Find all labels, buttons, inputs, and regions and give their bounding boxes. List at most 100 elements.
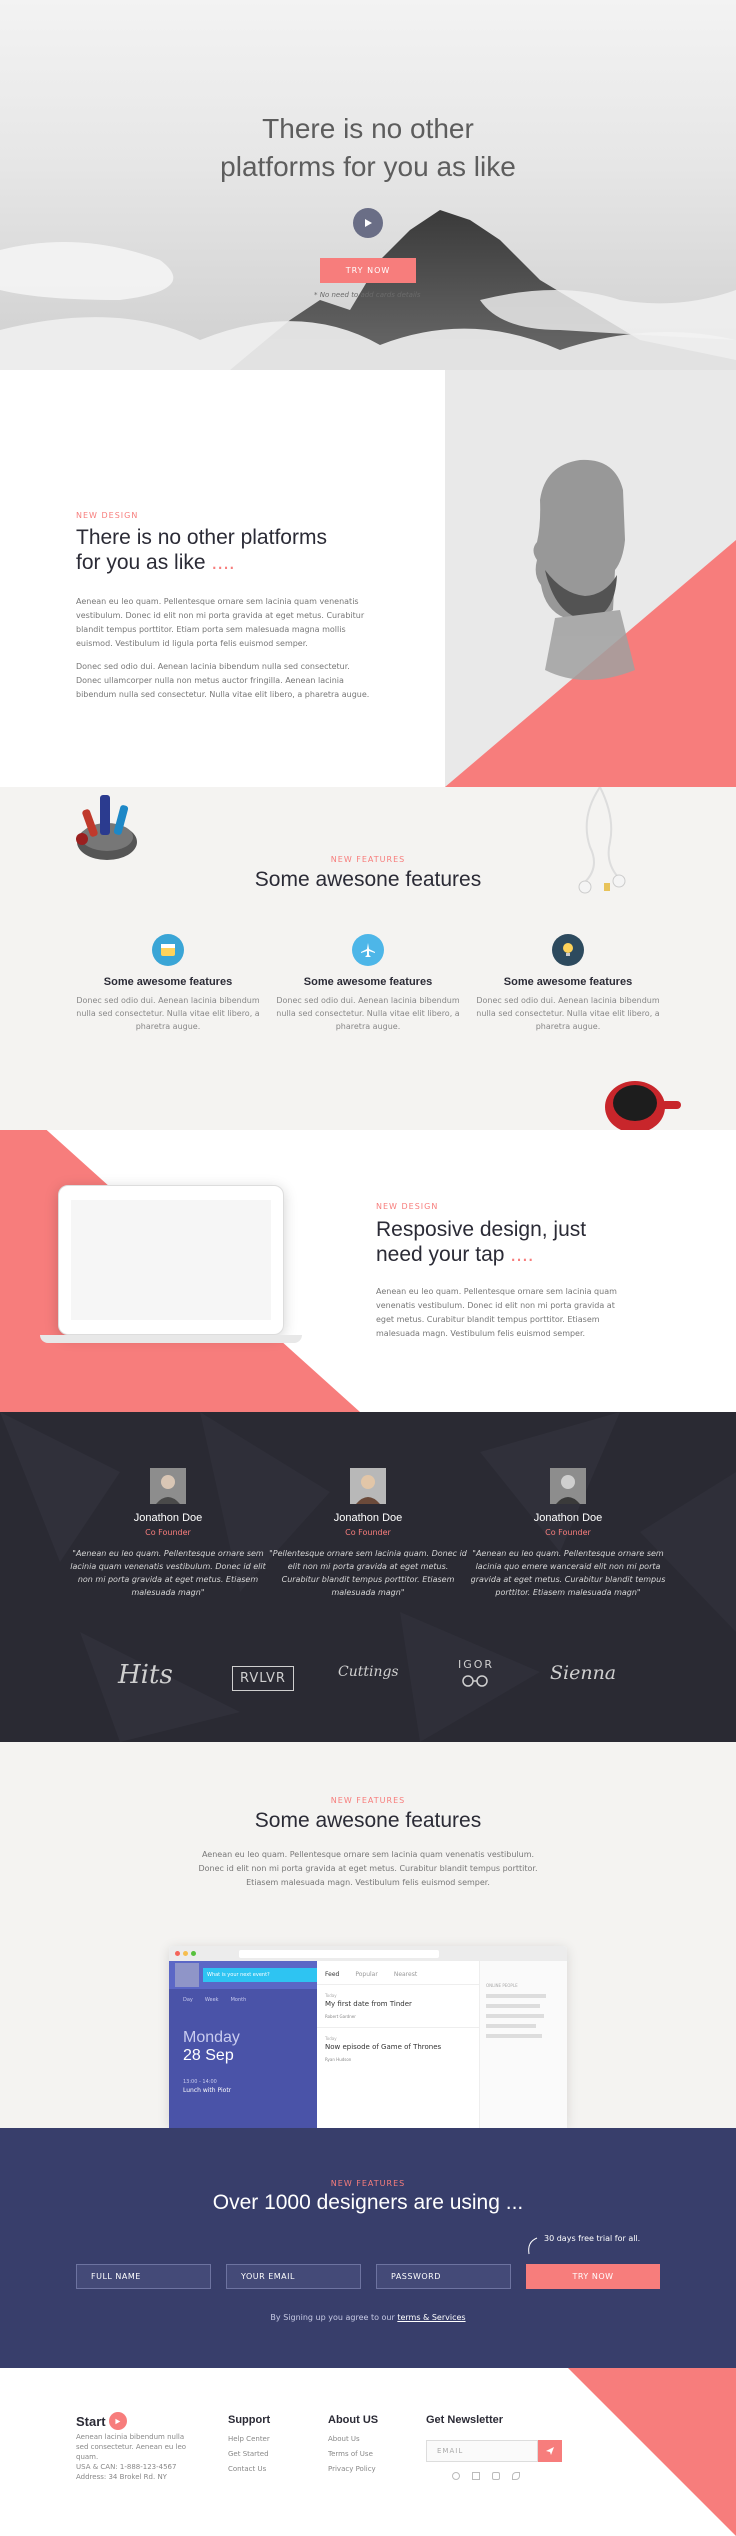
list-item[interactable] — [486, 2034, 542, 2038]
minimize-dot-icon[interactable] — [183, 1951, 188, 1956]
laptop-base — [40, 1335, 302, 1343]
feature-body: Donec sed odio dui. Aenean lacinia biben… — [276, 996, 460, 1031]
footer-section: Start Aenean lacinia bibendum nulla sed … — [0, 2368, 736, 2536]
footer-about-copy: Aenean lacinia bibendum nulla sed consec… — [76, 2433, 187, 2461]
send-icon — [546, 2447, 554, 2455]
close-dot-icon[interactable] — [175, 1951, 180, 1956]
privacy-policy-link[interactable]: Privacy Policy — [328, 2462, 376, 2477]
contact-us-link[interactable]: Contact Us — [228, 2462, 270, 2477]
dribbble-icon[interactable] — [452, 2472, 460, 2480]
facebook-icon[interactable] — [472, 2472, 480, 2480]
testimonial-role: Co Founder — [145, 1528, 191, 1537]
feature-card-1: Some awesome features Donec sed odio dui… — [73, 934, 263, 1033]
logo-hits: Hits — [118, 1660, 173, 1690]
try-now-button[interactable]: TRY NOW — [320, 258, 416, 283]
tab-nearest[interactable]: Nearest — [394, 1971, 417, 1978]
about-title-dots: .... — [211, 551, 235, 574]
tab-week[interactable]: Week — [205, 1997, 219, 2003]
signup-section: NEW FEATURES Over 1000 designers are usi… — [0, 2128, 736, 2368]
about-eyebrow: NEW DESIGN — [76, 511, 139, 520]
terms-of-use-link[interactable]: Terms of Use — [328, 2447, 376, 2462]
features-eyebrow: NEW FEATURES — [330, 855, 406, 864]
brand-play-icon — [108, 2412, 127, 2430]
email-field[interactable]: YOUR EMAIL — [226, 2264, 361, 2289]
window-titlebar — [169, 1946, 567, 1961]
feature-title: Some awesome features — [303, 976, 433, 988]
features2-body: Aenean eu leo quam. Pellentesque ornare … — [198, 1850, 538, 1887]
password-field[interactable]: PASSWORD — [376, 2264, 511, 2289]
avatar — [150, 1468, 186, 1504]
features-title: Some awesone features — [254, 868, 482, 891]
about-us-link[interactable]: About Us — [328, 2432, 376, 2447]
twitter-icon[interactable] — [512, 2472, 520, 2480]
feature-title: Some awesome features — [103, 976, 233, 988]
terms-prefix: By Signing up you agree to our — [270, 2313, 395, 2322]
curved-arrow-icon — [528, 2237, 538, 2255]
list-item[interactable] — [486, 2014, 544, 2018]
signup-submit-button[interactable]: TRY NOW — [526, 2264, 660, 2289]
google-plus-icon[interactable] — [492, 2472, 500, 2480]
airplane-icon — [352, 934, 384, 966]
footer-brand[interactable]: Start — [76, 2412, 127, 2430]
about-paragraph-2: Donec sed odio dui. Aenean lacinia biben… — [76, 662, 370, 699]
post-title: Now episode of Game of Thrones — [325, 2043, 442, 2051]
responsive-title-line2: need your tap — [376, 1243, 505, 1266]
trial-note: 30 days free trial for all. — [544, 2234, 641, 2243]
list-item[interactable] — [486, 2024, 536, 2028]
features-app-section: NEW FEATURES Some awesone features Aenea… — [0, 1742, 736, 2128]
social-links — [452, 2472, 520, 2480]
feature-body: Donec sed odio dui. Aenean lacinia biben… — [76, 996, 260, 1031]
avatar — [550, 1468, 586, 1504]
feed-post[interactable]: Today Now episode of Game of Thrones Rya… — [317, 2028, 479, 2070]
about-title-line1: There is no other platforms — [76, 526, 327, 549]
testimonial-card-2: Jonathon Doe Co Founder "Pellentesque or… — [268, 1468, 468, 1599]
about-title: There is no other platforms for you as l… — [76, 525, 396, 575]
responsive-title-dots: .... — [510, 1243, 534, 1266]
about-paragraph-1: Aenean eu leo quam. Pellentesque ornare … — [76, 597, 365, 648]
portrait-panel — [445, 370, 736, 787]
footer-address: Address: 34 Brokel Rd. NY — [76, 2473, 167, 2481]
list-item[interactable] — [486, 1994, 546, 1998]
tab-month[interactable]: Month — [231, 1997, 247, 2003]
testimonial-role: Co Founder — [545, 1528, 591, 1537]
tab-feed[interactable]: Feed — [325, 1971, 339, 1978]
logo-sienna: Sienna — [550, 1662, 617, 1684]
play-icon — [365, 219, 372, 227]
support-heading: Support — [228, 2414, 271, 2426]
responsive-eyebrow: NEW DESIGN — [376, 1202, 439, 1211]
play-video-button[interactable] — [353, 208, 383, 238]
newsletter-send-button[interactable] — [538, 2440, 562, 2462]
maximize-dot-icon[interactable] — [191, 1951, 196, 1956]
lightbulb-icon — [552, 934, 584, 966]
get-started-link[interactable]: Get Started — [228, 2447, 270, 2462]
testimonials-section: Jonathon Doe Co Founder "Aenean eu leo q… — [0, 1412, 736, 1742]
address-bar[interactable] — [239, 1949, 439, 1958]
testimonial-name: Jonathon Doe — [533, 1512, 603, 1524]
terms-link[interactable]: terms & Services — [397, 2313, 465, 2322]
about-title-line2: for you as like — [76, 551, 206, 574]
online-label: ONLINE PEOPLE — [486, 1983, 518, 1988]
bearded-man-portrait — [445, 459, 736, 787]
hero-title-line1: There is no other — [262, 113, 474, 144]
post-author: Ryan Hudson — [325, 2057, 352, 2062]
event-search-input[interactable]: What is your next event? — [203, 1968, 317, 1982]
list-item[interactable] — [486, 2004, 540, 2008]
testimonial-card-1: Jonathon Doe Co Founder "Aenean eu leo q… — [68, 1468, 268, 1599]
terms-line: By Signing up you agree to our terms & S… — [0, 2313, 736, 2322]
calendar-day: Monday — [183, 2029, 240, 2046]
calendar-panel: What is your next event? Day Week Month … — [169, 1961, 317, 2128]
tab-day[interactable]: Day — [183, 1997, 193, 2003]
responsive-section: NEW DESIGN Resposive design, just need y… — [0, 1130, 736, 1412]
calendar-date: 28 Sep — [183, 2047, 234, 2064]
event-time: 13:00 - 14:00 — [183, 2079, 217, 2085]
feed-post[interactable]: Today My first date from Tinder Robert G… — [317, 1985, 479, 2028]
full-name-field[interactable]: FULL NAME — [76, 2264, 211, 2289]
signup-eyebrow: NEW FEATURES — [330, 2179, 406, 2188]
help-center-link[interactable]: Help Center — [228, 2432, 270, 2447]
newsletter-email-input[interactable]: EMAIL — [426, 2440, 538, 2462]
calendar-tabs: Day Week Month — [169, 1989, 317, 2011]
signup-title: Over 1000 designers are using ... — [212, 2191, 524, 2214]
tablet-screen — [71, 1200, 271, 1320]
coffee-cup-illustration — [605, 1081, 681, 1130]
tab-popular[interactable]: Popular — [355, 1971, 378, 1978]
